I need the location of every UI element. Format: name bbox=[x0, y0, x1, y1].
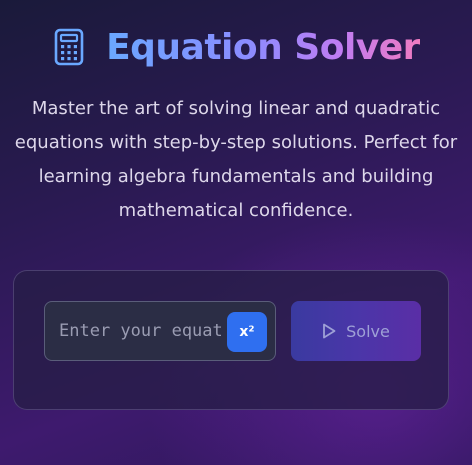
page-title: Equation Solver bbox=[106, 26, 420, 68]
solver-panel: x² Solve bbox=[13, 270, 449, 410]
solve-button-label: Solve bbox=[346, 321, 390, 341]
description-text: Master the art of solving linear and qua… bbox=[14, 98, 458, 221]
square-button[interactable]: x² bbox=[227, 312, 267, 352]
solve-button[interactable]: Solve bbox=[291, 301, 421, 361]
equation-input-wrapper: x² bbox=[44, 301, 276, 361]
equation-input[interactable] bbox=[59, 302, 221, 360]
calculator-icon bbox=[52, 27, 86, 67]
header: Equation Solver bbox=[0, 22, 472, 72]
play-icon bbox=[322, 323, 336, 339]
